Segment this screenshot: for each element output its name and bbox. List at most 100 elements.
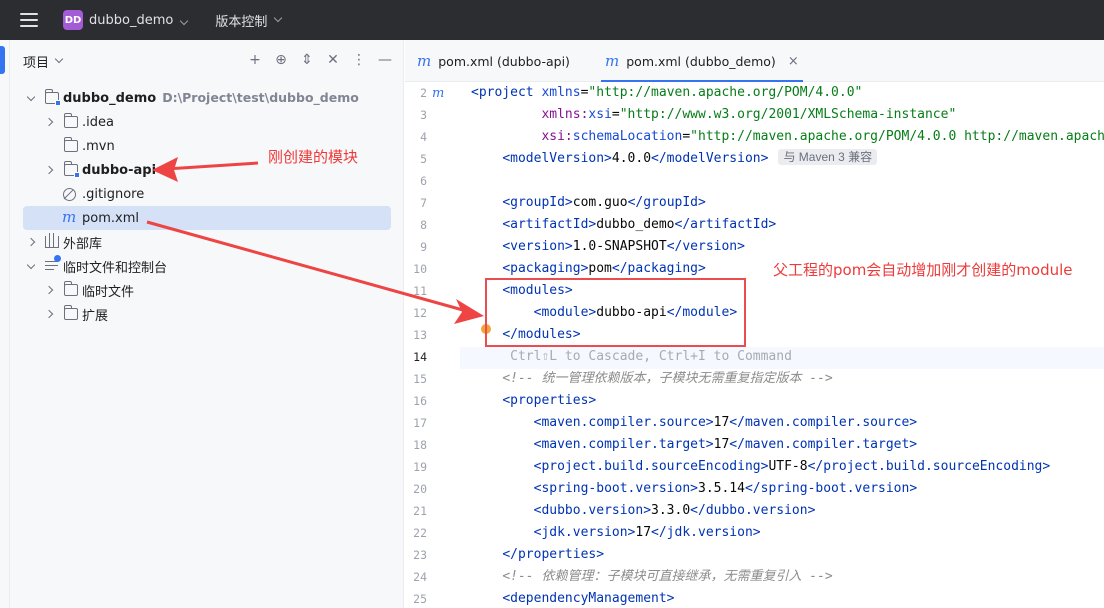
collapse-all-icon[interactable]: ✕ — [325, 52, 341, 68]
tab-pom-dubbo-demo[interactable]: m pom.xml (dubbo_demo) × — [601, 40, 803, 82]
line-number: 23 — [413, 548, 427, 562]
code-line: <dubbo.version>3.3.0</dubbo.version> — [533, 503, 816, 518]
tool-window-strip — [0, 40, 10, 608]
line-number: 17 — [413, 416, 427, 430]
line-number: 11 — [413, 284, 427, 298]
library-icon — [45, 233, 59, 248]
line-number: 3 — [420, 108, 427, 122]
chevron-down-icon[interactable] — [54, 54, 64, 64]
tree-item-label: 扩展 — [82, 308, 109, 324]
code-line: <modelVersion>4.0.0</modelVersion> 与 Mave… — [471, 148, 878, 170]
vcs-menu[interactable]: 版本控制 — [215, 11, 283, 30]
modules-highlight-box — [485, 278, 746, 347]
code-line: <spring-boot.version>3.5.14</spring-boot… — [533, 481, 918, 496]
line-number: 15 — [413, 372, 427, 386]
tree-item-external-libs[interactable]: 外部库 — [10, 230, 404, 254]
line-number: 13 — [413, 328, 427, 342]
code-line: <!-- 依赖管理：子模块可直接继承，无需重复引入 --> — [471, 566, 833, 588]
line-number: 2 — [420, 86, 427, 100]
code-line: <dependencyManagement> — [502, 591, 675, 606]
code-line: <project xmlns="http://maven.apache.org/… — [471, 85, 863, 100]
chevron-down-icon[interactable] — [25, 260, 37, 272]
more-options-icon[interactable]: ⋮ — [351, 52, 367, 68]
maven-icon: m — [62, 208, 77, 226]
code-line: Ctrl⇧L to Cascade, Ctrl+I to Command — [471, 346, 792, 368]
folder-icon — [64, 281, 78, 296]
line-number: 9 — [420, 240, 427, 254]
panel-title[interactable]: 项目 — [23, 52, 49, 71]
code-line: <maven.compiler.target>17</maven.compile… — [533, 437, 918, 452]
line-number: 22 — [413, 526, 427, 540]
code-line: xmlns:xsi="http://www.w3.org/2001/XMLSch… — [541, 107, 957, 122]
code-line: <groupId>com.guo</groupId> — [502, 195, 706, 210]
tree-root[interactable]: dubbo_demo D:\Project\test\dubbo_demo — [10, 86, 404, 110]
line-number: 8 — [420, 218, 427, 232]
project-name: dubbo_demo — [89, 12, 174, 28]
project-tool-indicator[interactable] — [0, 46, 5, 74]
line-number: 21 — [413, 504, 427, 518]
chevron-right-icon[interactable] — [43, 284, 55, 296]
code-line: <packaging>pom</packaging> — [502, 261, 706, 276]
folder-icon — [64, 305, 78, 320]
line-number: 4 — [420, 130, 427, 144]
main-menu-icon[interactable] — [20, 13, 38, 27]
editor-tabs: m pom.xml (dubbo-api) m pom.xml (dubbo_dem… — [405, 40, 1104, 82]
project-switcher[interactable]: dubbo_demo — [89, 12, 189, 28]
tree-item-label: .gitignore — [82, 186, 145, 202]
comment: <!-- 统一管理依赖版本，子模块无需重复指定版本 --> — [502, 371, 833, 386]
panel-toolbar: + ⊕ ⇕ ✕ ⋮ — — [247, 52, 393, 68]
maven-gutter-icon[interactable]: m — [432, 86, 444, 101]
title-bar: DD dubbo_demo 版本控制 — [0, 0, 1104, 40]
tab-pom-dubbo-api[interactable]: m pom.xml (dubbo-api) — [417, 40, 570, 82]
tree-item-scratches[interactable]: 临时文件和控制台 — [10, 254, 404, 278]
line-number: 12 — [413, 306, 427, 320]
line-number: 24 — [413, 570, 427, 584]
line-number: 5 — [420, 152, 427, 166]
tab-label: pom.xml (dubbo-api) — [438, 53, 570, 69]
code-line: <artifactId>dubbo_demo</artifactId> — [502, 217, 777, 232]
tree-root-label: dubbo_demo D:\Project\test\dubbo_demo — [63, 90, 359, 106]
tree-item-idea[interactable]: .idea — [10, 110, 404, 134]
line-number: 16 — [413, 394, 427, 408]
project-panel: 项目 + ⊕ ⇕ ✕ ⋮ — dubbo_demo D:\Project\test… — [10, 40, 404, 608]
line-number: 20 — [413, 482, 427, 496]
chevron-down-icon — [274, 13, 283, 23]
module-folder-icon — [64, 161, 80, 178]
line-number: 18 — [413, 438, 427, 452]
locate-icon[interactable]: ⊕ — [273, 52, 289, 68]
maven-icon: m — [605, 52, 620, 70]
maven-icon: m — [417, 52, 432, 70]
tree-item-pom[interactable]: m pom.xml — [23, 206, 391, 230]
code-line: <!-- 统一管理依赖版本，子模块无需重复指定版本 --> — [471, 368, 833, 390]
tree-item-extensions[interactable]: 扩展 — [10, 302, 404, 326]
chevron-down-icon — [180, 16, 189, 25]
module-folder-icon — [45, 89, 61, 106]
tree-item-gitignore[interactable]: .gitignore — [10, 182, 404, 206]
tab-label: pom.xml (dubbo_demo) — [626, 53, 776, 69]
close-tab-icon[interactable]: × — [788, 54, 799, 69]
chevron-right-icon[interactable] — [43, 116, 55, 128]
line-number: 19 — [413, 460, 427, 474]
line-number: 25 — [413, 592, 427, 606]
hide-panel-icon[interactable]: — — [377, 52, 393, 68]
code-line: xsi:schemaLocation="http://maven.apache.… — [541, 129, 1104, 144]
chevron-down-icon[interactable] — [25, 92, 37, 104]
add-icon[interactable]: + — [247, 52, 263, 68]
code-line: <version>1.0-SNAPSHOT</version> — [502, 239, 745, 254]
expand-all-icon[interactable]: ⇕ — [299, 52, 315, 68]
module-annotation: 刚创建的模块 — [268, 148, 359, 166]
tree-item-label: 临时文件 — [82, 284, 135, 300]
scratches-icon — [45, 255, 61, 271]
line-number: 10 — [413, 262, 427, 276]
chevron-right-icon[interactable] — [43, 308, 55, 320]
code-line: </properties> — [502, 547, 605, 562]
comment: <!-- 依赖管理：子模块可直接继承，无需重复引入 --> — [502, 569, 833, 584]
folder-icon — [64, 113, 78, 128]
chevron-right-icon[interactable] — [25, 236, 37, 248]
tree-item-label: 外部库 — [63, 236, 103, 252]
code-line: <jdk.version>17</jdk.version> — [533, 525, 761, 540]
tree-item-scratch-files[interactable]: 临时文件 — [10, 278, 404, 302]
chevron-right-icon[interactable] — [43, 164, 55, 176]
project-panel-header: 项目 + ⊕ ⇕ ✕ ⋮ — — [10, 40, 403, 82]
project-badge: DD — [63, 10, 83, 30]
